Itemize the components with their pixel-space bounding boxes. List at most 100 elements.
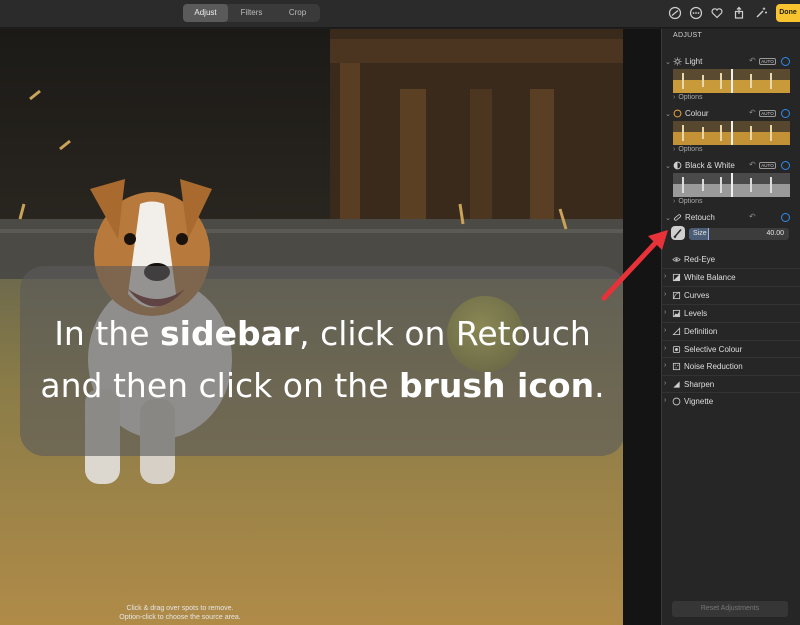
row-noise-reduction-label: Noise Reduction (684, 362, 743, 371)
undo-icon[interactable]: ↶ (749, 108, 756, 117)
section-black-white: ⌄ Black & White ↶ AUTO › Options (662, 159, 800, 205)
chevron-right-icon: › (673, 198, 676, 205)
tab-adjust[interactable]: Adjust (183, 4, 228, 22)
tab-crop[interactable]: Crop (275, 4, 320, 22)
edit-mode-tabs: Adjust Filters Crop (183, 4, 320, 22)
enable-toggle[interactable] (781, 161, 790, 170)
section-retouch-header[interactable]: ⌄ Retouch ↶ (662, 211, 800, 225)
row-red-eye-label: Red-Eye (684, 255, 716, 264)
row-definition[interactable]: › Definition (661, 322, 800, 339)
share-icon[interactable] (731, 5, 747, 21)
section-bw-options[interactable]: › Options (673, 198, 705, 205)
chevron-right-icon: › (673, 94, 676, 101)
row-sharpen-label: Sharpen (684, 380, 715, 389)
selective-colour-icon (672, 345, 681, 354)
bandage-icon (673, 213, 682, 222)
section-colour-label: Colour (685, 109, 709, 118)
half-circle-icon (673, 161, 682, 170)
section-bw-header[interactable]: ⌄ Black & White ↶ AUTO (662, 159, 800, 173)
photos-editor-window: Adjust Filters Crop Done Click & drag ov… (0, 0, 800, 625)
section-light-header[interactable]: ⌄ Light ↶ AUTO (662, 55, 800, 69)
retouch-hint: Click & drag over spots to remove. Optio… (0, 604, 360, 622)
more-icon[interactable] (688, 5, 704, 21)
chevron-right-icon: › (673, 146, 676, 153)
sun-icon (673, 57, 682, 66)
undo-icon[interactable]: ↶ (749, 56, 756, 65)
chevron-down-icon[interactable]: ⌄ (665, 58, 671, 66)
info-icon[interactable] (667, 5, 683, 21)
undo-icon[interactable]: ↶ (749, 212, 756, 221)
bw-preview-strip[interactable] (673, 173, 790, 197)
auto-button[interactable]: AUTO (759, 162, 776, 169)
row-noise-reduction[interactable]: › Noise Reduction (661, 357, 800, 374)
options-label: Options (678, 94, 703, 101)
row-curves-label: Curves (684, 291, 710, 300)
row-selective-colour-label: Selective Colour (684, 345, 743, 354)
row-white-balance[interactable]: › White Balance (661, 268, 800, 285)
chevron-right-icon[interactable]: › (664, 327, 670, 334)
section-colour-options[interactable]: › Options (673, 146, 705, 153)
section-retouch: ⌄ Retouch ↶ (662, 211, 800, 225)
size-value: 40.00 (766, 230, 784, 237)
row-selective-colour[interactable]: › Selective Colour (661, 340, 800, 357)
row-vignette-label: Vignette (684, 397, 714, 406)
enable-toggle[interactable] (781, 213, 790, 222)
sidebar-title: ADJUST (673, 32, 703, 39)
colour-preview-strip[interactable] (673, 121, 790, 145)
chevron-down-icon[interactable]: ⌄ (665, 162, 671, 170)
enable-toggle[interactable] (781, 109, 790, 118)
row-sharpen[interactable]: › Sharpen (661, 375, 800, 392)
chevron-down-icon[interactable]: ⌄ (665, 214, 671, 222)
row-definition-label: Definition (684, 327, 718, 336)
toolbar: Adjust Filters Crop Done (0, 0, 800, 28)
row-vignette[interactable]: › Vignette (661, 392, 800, 409)
enable-toggle[interactable] (781, 57, 790, 66)
chevron-right-icon[interactable]: › (664, 380, 670, 387)
auto-button[interactable]: AUTO (759, 58, 776, 65)
vignette-icon (672, 397, 681, 406)
brush-size-slider[interactable]: Size 40.00 (689, 228, 789, 240)
caption-part-3: . (594, 366, 605, 405)
magic-wand-icon[interactable] (753, 5, 769, 21)
row-red-eye[interactable]: Red-Eye (661, 251, 800, 268)
tab-filters[interactable]: Filters (228, 4, 275, 22)
chevron-right-icon[interactable]: › (664, 345, 670, 352)
chevron-down-icon[interactable]: ⌄ (665, 110, 671, 118)
sharpen-icon (672, 380, 681, 389)
tutorial-caption: In the sidebar, click on Retouch and the… (20, 308, 625, 412)
row-levels[interactable]: › Levels (661, 304, 800, 321)
hint-line-1: Click & drag over spots to remove. (126, 605, 234, 612)
section-retouch-label: Retouch (685, 213, 715, 222)
options-label: Options (678, 198, 703, 205)
chevron-right-icon[interactable]: › (664, 397, 670, 404)
options-label: Options (678, 146, 703, 153)
reset-adjustments-button[interactable]: Reset Adjustments (672, 601, 788, 617)
hint-line-2: Option-click to choose the source area. (119, 614, 241, 621)
caption-part-1: In the (54, 314, 160, 353)
caption-bold-1: sidebar (160, 314, 300, 353)
heart-icon[interactable] (709, 5, 725, 21)
chevron-right-icon[interactable]: › (664, 362, 670, 369)
section-bw-label: Black & White (685, 161, 735, 170)
annotation-arrow (601, 230, 668, 301)
auto-button[interactable]: AUTO (759, 110, 776, 117)
section-colour-header[interactable]: ⌄ Colour ↶ AUTO (662, 107, 800, 121)
light-preview-strip[interactable] (673, 69, 790, 93)
section-light-label: Light (685, 57, 703, 66)
noise-icon (672, 362, 681, 371)
levels-icon (672, 309, 681, 318)
section-colour: ⌄ Colour ↶ AUTO › Options (662, 107, 800, 153)
sidebar-divider (623, 29, 661, 625)
caption-bold-2: brush icon (399, 366, 595, 405)
row-white-balance-label: White Balance (684, 273, 736, 282)
done-button[interactable]: Done (776, 4, 800, 22)
section-light-options[interactable]: › Options (673, 94, 705, 101)
colour-circle-icon (673, 109, 682, 118)
definition-icon (672, 327, 681, 336)
chevron-right-icon[interactable]: › (664, 309, 670, 316)
size-label: Size (693, 230, 707, 237)
undo-icon[interactable]: ↶ (749, 160, 756, 169)
section-light: ⌄ Light ↶ AUTO › Options (662, 55, 800, 101)
row-curves[interactable]: › Curves (661, 286, 800, 303)
row-levels-label: Levels (684, 309, 708, 318)
